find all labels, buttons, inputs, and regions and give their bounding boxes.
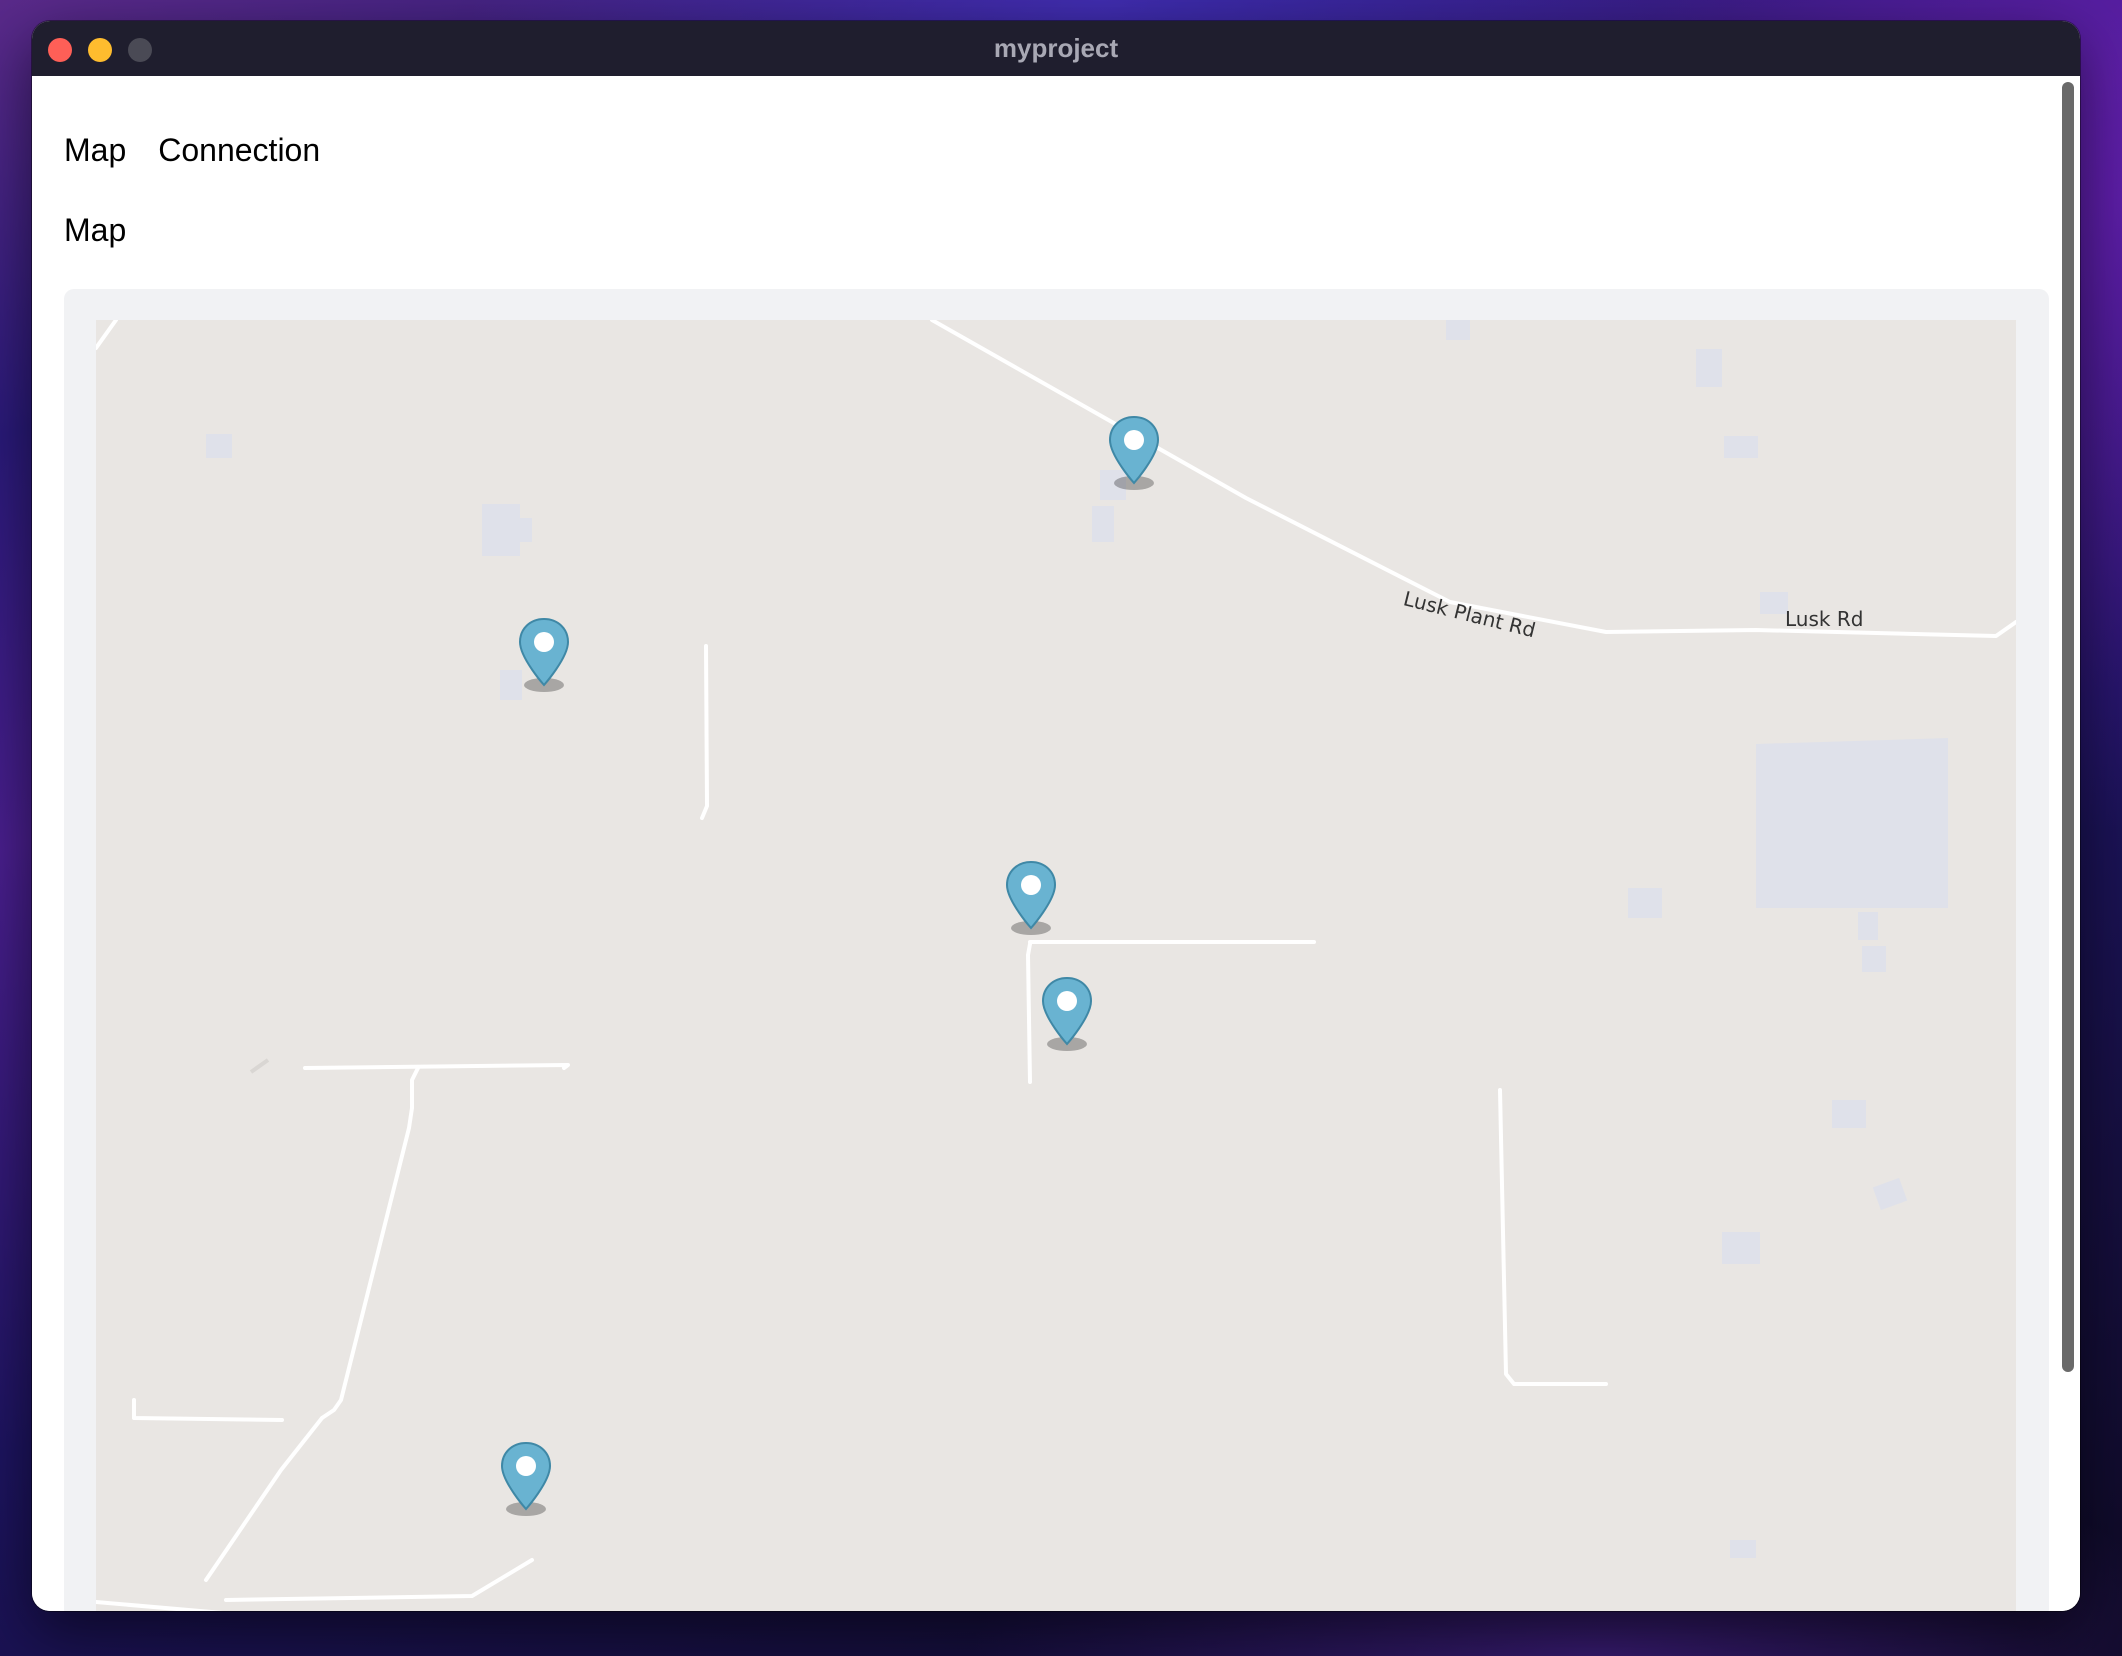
vertical-scrollbar[interactable]: [2062, 82, 2074, 1372]
road-label-lusk-rd: Lusk Rd: [1785, 607, 1864, 631]
buildings: [206, 320, 1948, 1558]
location-pin-icon: [1108, 415, 1160, 490]
map-view[interactable]: Lusk Plant Rd Lusk Rd: [96, 320, 2016, 1611]
top-nav: Map Connection: [64, 130, 320, 170]
map-marker-5[interactable]: [499, 1441, 553, 1517]
location-pin-icon: [1005, 860, 1057, 935]
title-bar: myproject: [32, 21, 2080, 76]
location-pin-icon: [1041, 976, 1093, 1051]
nav-link-connection[interactable]: Connection: [158, 130, 320, 170]
location-pin-icon: [500, 1441, 552, 1516]
map-marker-2[interactable]: [517, 617, 571, 693]
location-pin-icon: [518, 617, 570, 692]
map-marker-4[interactable]: [1040, 976, 1094, 1052]
page-title: Map: [64, 212, 127, 248]
app-window: myproject Map Connection Map Lusk Plant …: [32, 21, 2080, 1611]
map-container: Lusk Plant Rd Lusk Rd: [64, 289, 2049, 1611]
window-title: myproject: [993, 33, 1119, 63]
page-content: Map Connection Map Lusk Plant Rd Lusk Rd: [32, 76, 2080, 1611]
map-marker-3[interactable]: [1004, 860, 1058, 936]
map-tiles: [96, 320, 2016, 1611]
roads: [96, 320, 2016, 1611]
nav-link-map[interactable]: Map: [64, 130, 126, 170]
map-marker-1[interactable]: [1107, 415, 1161, 491]
